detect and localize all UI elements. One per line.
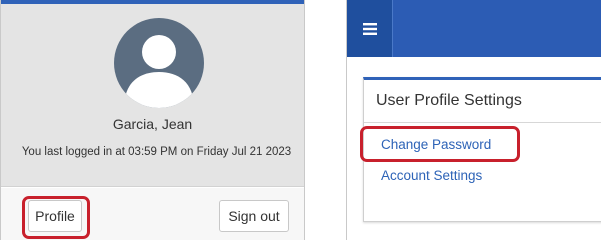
hamburger-menu-icon <box>362 22 377 35</box>
account-settings-link[interactable]: Account Settings <box>381 167 482 185</box>
settings-panel: User Profile Settings Change Password Ac… <box>346 0 601 240</box>
last-login-text: You last logged in at 03:59 PM on Friday… <box>21 146 292 158</box>
card-divider <box>364 122 601 123</box>
user-header: Garcia, Jean You last logged in at 03:59… <box>1 4 304 187</box>
user-menu-footer: Profile Sign out <box>1 188 304 240</box>
user-menu-panel: Garcia, Jean You last logged in at 03:59… <box>0 0 305 240</box>
user-profile-settings-card: User Profile Settings Change Password Ac… <box>363 77 601 222</box>
sign-out-button[interactable]: Sign out <box>219 200 289 232</box>
card-title: User Profile Settings <box>376 92 522 109</box>
change-password-link[interactable]: Change Password <box>381 136 491 154</box>
profile-button[interactable]: Profile <box>28 200 82 232</box>
app-header <box>347 0 601 57</box>
hamburger-menu-button[interactable] <box>347 0 393 57</box>
user-name: Garcia, Jean <box>112 116 193 132</box>
user-silhouette-icon <box>114 18 204 108</box>
